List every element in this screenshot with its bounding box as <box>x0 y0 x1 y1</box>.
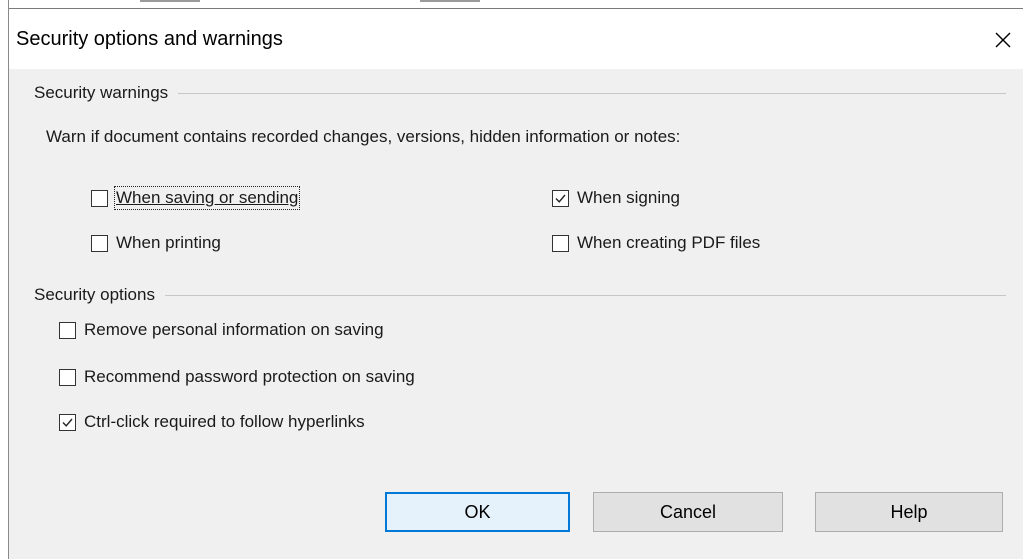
cancel-button[interactable]: Cancel <box>593 492 783 532</box>
checkbox-recommend-password[interactable]: Recommend password protection on saving <box>59 364 415 390</box>
checkbox-label: Ctrl-click required to follow hyperlinks <box>84 412 365 431</box>
checkbox-when-printing[interactable]: When printing <box>91 230 221 256</box>
background-mark <box>140 0 200 2</box>
separator <box>178 92 1006 94</box>
checkbox-box[interactable] <box>59 368 76 386</box>
close-icon <box>995 32 1011 48</box>
warning-description: Warn if document contains recorded chang… <box>46 127 681 146</box>
close-button[interactable] <box>983 23 1023 57</box>
security-warnings-header: Security warnings <box>34 81 1006 105</box>
checkbox-remove-personal-info[interactable]: Remove personal information on saving <box>59 317 384 343</box>
checkbox-box[interactable] <box>552 189 569 207</box>
checkbox-box[interactable] <box>91 189 108 207</box>
checkbox-label: When printing <box>116 233 221 252</box>
checkmark-icon <box>555 194 566 203</box>
checkbox-label: Remove personal information on saving <box>84 320 384 339</box>
ok-button[interactable]: OK <box>385 492 570 532</box>
checkbox-label: When creating PDF files <box>577 233 761 252</box>
security-options-dialog: Security options and warnings Security w… <box>9 8 1023 559</box>
checkbox-box[interactable] <box>59 321 76 339</box>
checkbox-when-signing[interactable]: When signing <box>552 185 680 211</box>
section-title: Security warnings <box>34 83 169 102</box>
help-button[interactable]: Help <box>815 492 1003 532</box>
checkbox-label: Recommend password protection on saving <box>84 367 415 386</box>
title-bar: Security options and warnings <box>9 9 1023 69</box>
checkbox-box[interactable] <box>91 234 108 252</box>
separator <box>164 294 1006 296</box>
checkbox-when-saving[interactable]: When saving or sending <box>91 185 301 211</box>
checkbox-box[interactable] <box>552 234 569 252</box>
background-mark <box>420 0 480 2</box>
checkbox-when-creating-pdf[interactable]: When creating PDF files <box>552 230 760 256</box>
checkbox-box[interactable] <box>59 413 76 431</box>
section-title: Security options <box>34 285 155 304</box>
dialog-title: Security options and warnings <box>16 28 283 50</box>
checkmark-icon <box>62 418 73 427</box>
checkbox-label: When signing <box>577 188 681 207</box>
checkbox-label: When saving or sending <box>113 186 301 210</box>
checkbox-ctrl-click-hyperlinks[interactable]: Ctrl-click required to follow hyperlinks <box>59 409 365 435</box>
security-options-header: Security options <box>34 283 1006 307</box>
